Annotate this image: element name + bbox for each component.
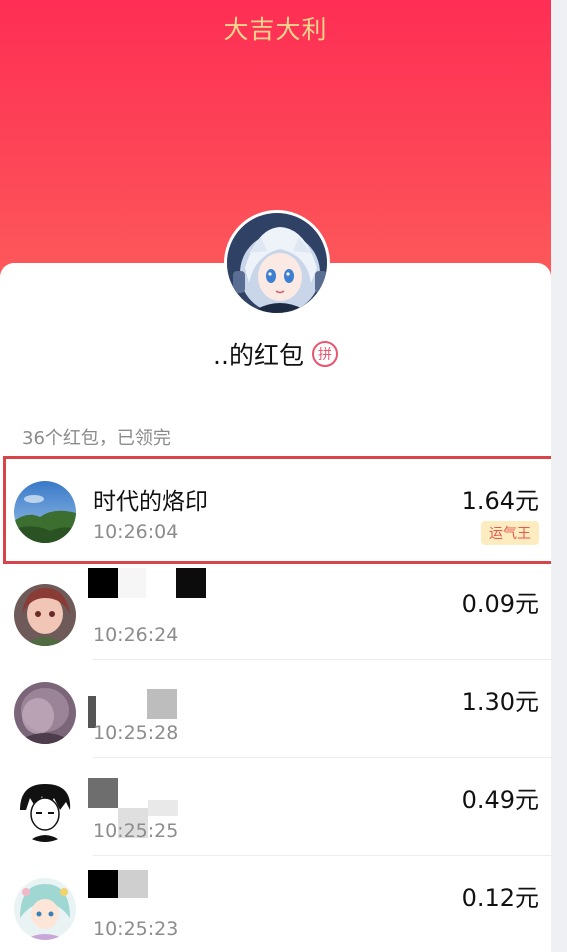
- owner-name: ..的红包: [213, 341, 304, 370]
- pin-circle-icon: 拼: [311, 341, 338, 367]
- list-item[interactable]: 10:25:23 0.12元: [0, 856, 551, 952]
- amount: 0.12元: [461, 884, 539, 912]
- list-item[interactable]: 10:26:24 0.09元: [0, 562, 551, 660]
- amount: 0.49元: [461, 786, 539, 814]
- list-item[interactable]: 时代的烙印 10:26:04 1.64元 运气王: [0, 459, 551, 557]
- blurred-name-block: [148, 800, 178, 816]
- amount: 0.09元: [461, 590, 539, 618]
- blurred-name-block: [88, 870, 118, 898]
- amount: 1.30元: [461, 688, 539, 716]
- avatar: [14, 780, 76, 842]
- blurred-name-block: [118, 568, 146, 598]
- blurred-name-block: [88, 568, 118, 598]
- side-rail: [551, 0, 567, 952]
- avatar: [14, 481, 76, 543]
- list-item[interactable]: 10:25:25 0.49元: [0, 758, 551, 856]
- blurred-name-block: [88, 778, 118, 808]
- recipient-name: 时代的烙印: [93, 489, 208, 515]
- owner-avatar[interactable]: [224, 210, 330, 316]
- header-title: 大吉大利: [223, 15, 328, 44]
- packet-summary: 36个红包，已领完: [22, 428, 171, 449]
- amount: 1.64元: [461, 487, 539, 515]
- blurred-name-block: [118, 870, 148, 898]
- receive-time: 10:26:04: [93, 521, 179, 543]
- avatar: [14, 878, 76, 940]
- blurred-name-block: [147, 689, 177, 719]
- red-packet-detail-screen: 大吉大利 ..的红包 拼 36个红包，已领完 时代的烙印 10:26:04 1.…: [0, 0, 551, 952]
- avatar: [14, 682, 76, 744]
- blurred-name-block: [176, 568, 206, 598]
- luck-king-badge: 运气王: [481, 521, 539, 545]
- receive-time: 10:26:24: [93, 624, 179, 646]
- list-item[interactable]: 10:25:28 1.30元: [0, 660, 551, 758]
- receive-time: 10:25:25: [93, 820, 179, 842]
- avatar: [14, 584, 76, 646]
- receive-time: 10:25:28: [93, 722, 179, 744]
- owner-row: ..的红包 拼: [0, 336, 551, 372]
- receive-time: 10:25:23: [93, 918, 179, 940]
